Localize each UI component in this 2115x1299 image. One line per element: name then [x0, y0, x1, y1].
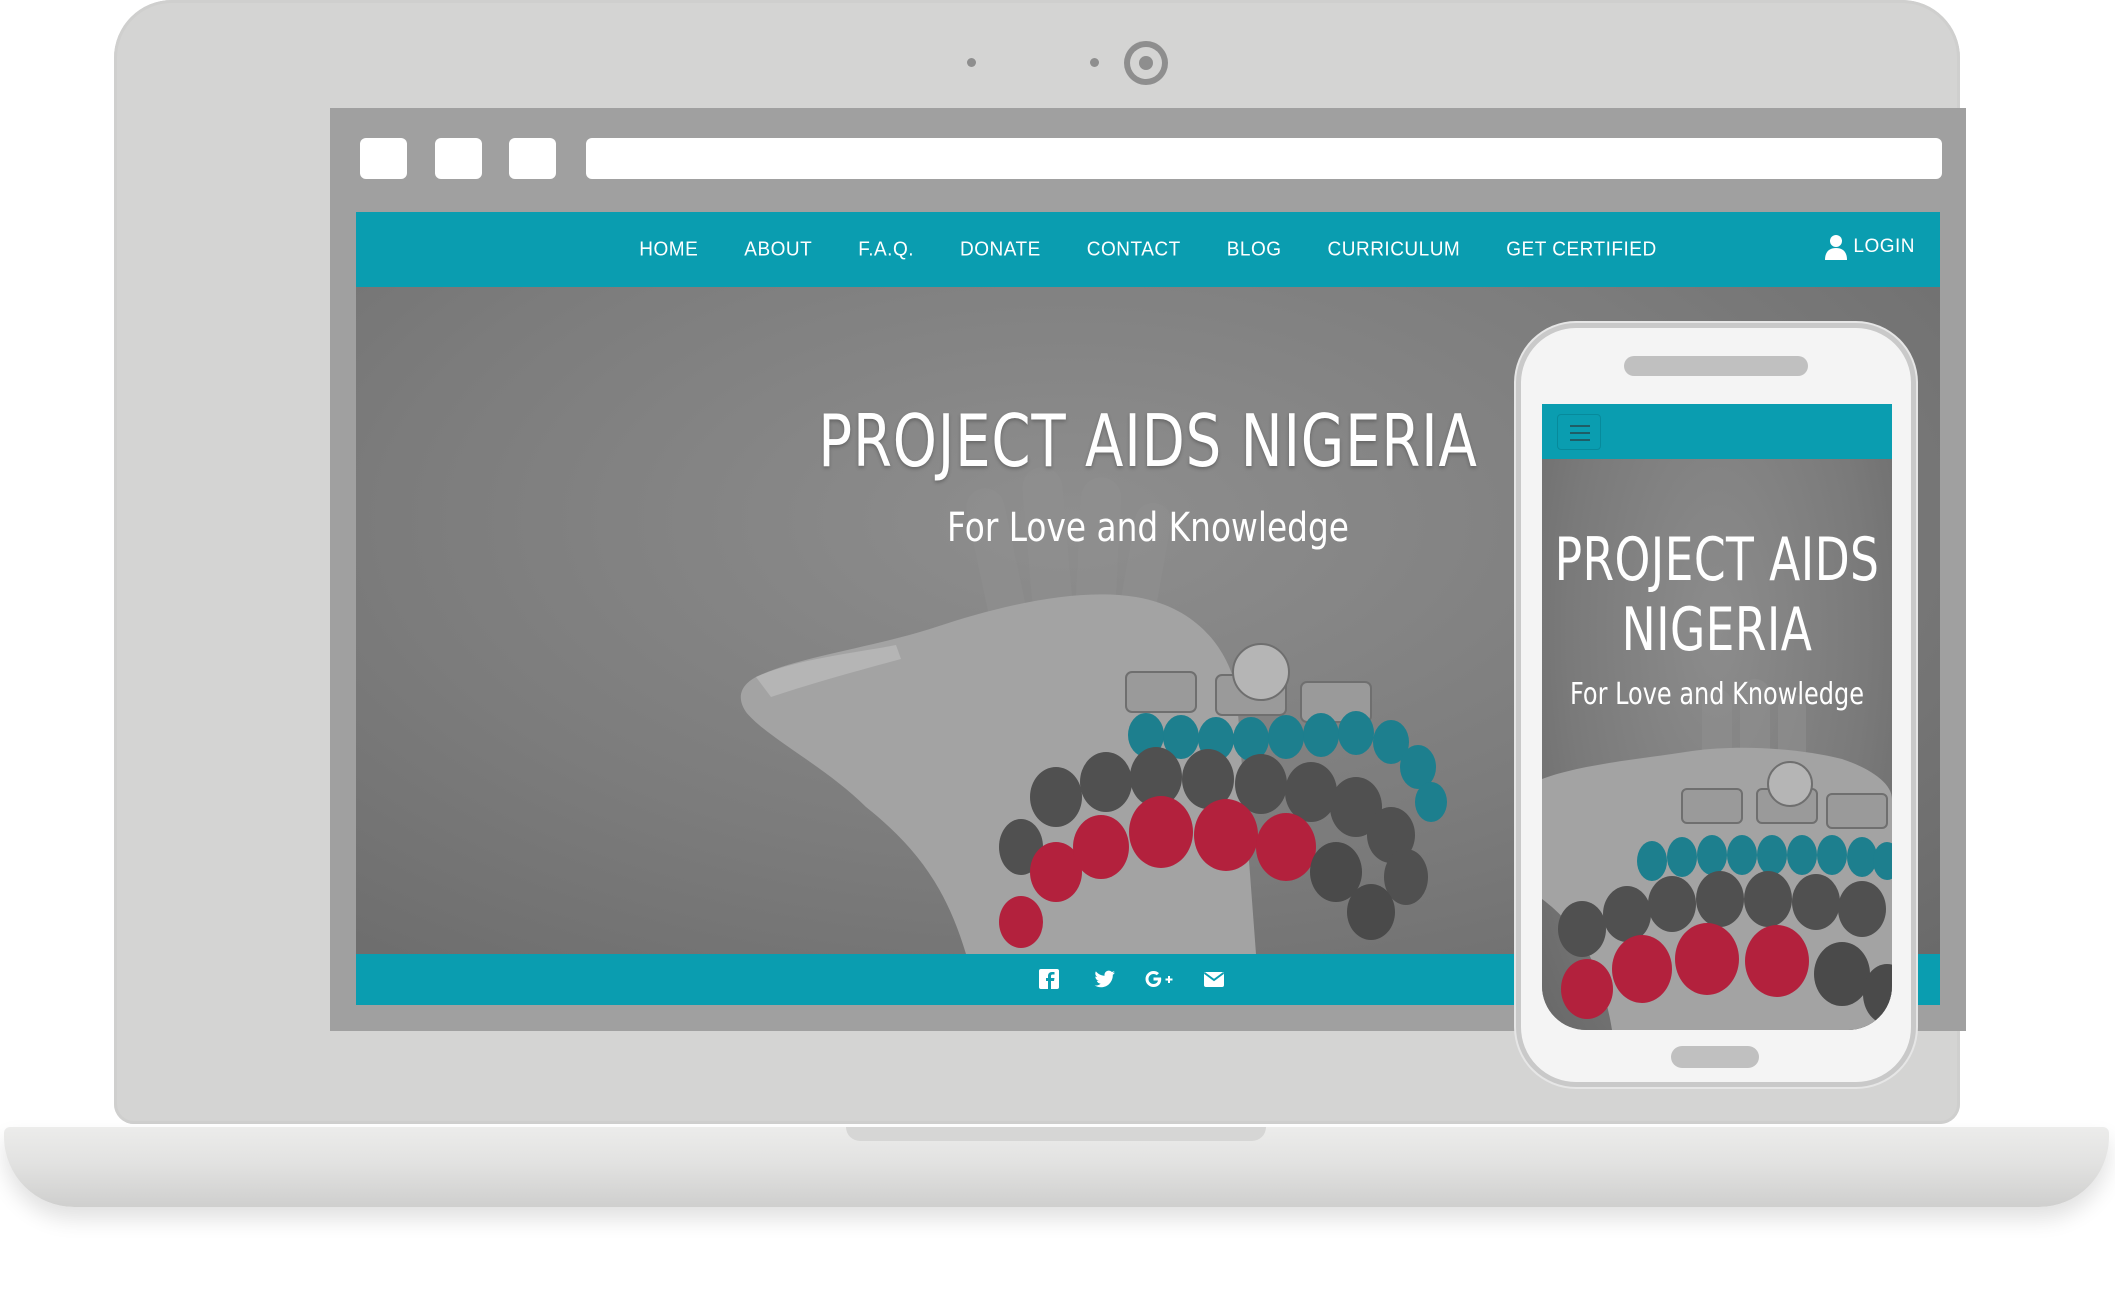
login-label: LOGIN: [1853, 236, 1915, 257]
mobile-hero-section: PROJECT AIDS NIGERIA For Love and Knowle…: [1542, 459, 1892, 1030]
laptop-camera: [1124, 41, 1168, 85]
phone-frame: PROJECT AIDS NIGERIA For Love and Knowle…: [1516, 323, 1916, 1087]
nav-menu: HOME ABOUT F.A.Q. DONATE CONTACT BLOG CU…: [356, 212, 1940, 287]
window-button-3[interactable]: [509, 138, 556, 179]
hamburger-menu-icon[interactable]: [1557, 414, 1601, 450]
user-icon: [1825, 235, 1848, 260]
mobile-hero-title: PROJECT AIDS NIGERIA: [1554, 525, 1881, 665]
address-bar[interactable]: [586, 138, 1942, 179]
laptop-base-notch: [846, 1127, 1266, 1141]
nav-faq[interactable]: F.A.Q.: [835, 238, 937, 262]
camera-dot-right: [1090, 58, 1099, 67]
laptop-base: [4, 1127, 2109, 1207]
window-button-1[interactable]: [360, 138, 407, 179]
mobile-title-line-1: PROJECT AIDS: [1554, 525, 1880, 595]
nav-home[interactable]: HOME: [616, 238, 721, 262]
nav-blog[interactable]: BLOG: [1204, 238, 1305, 262]
login-link[interactable]: LOGIN: [1825, 234, 1915, 260]
camera-dot-left: [967, 58, 976, 67]
window-button-2[interactable]: [435, 138, 482, 179]
phone-home-button[interactable]: [1671, 1046, 1759, 1068]
mobile-navbar: [1542, 404, 1892, 459]
nav-contact[interactable]: CONTACT: [1064, 238, 1204, 262]
nav-donate[interactable]: DONATE: [937, 238, 1064, 262]
nav-curriculum[interactable]: CURRICULUM: [1305, 238, 1484, 262]
nav-about[interactable]: ABOUT: [721, 238, 835, 262]
mobile-hero-subtitle: For Love and Knowledge: [1569, 677, 1865, 712]
twitter-icon[interactable]: [1092, 966, 1118, 992]
mobile-title-line-2: NIGERIA: [1621, 595, 1813, 665]
navbar: HOME ABOUT F.A.Q. DONATE CONTACT BLOG CU…: [356, 212, 1940, 287]
phone-speaker: [1624, 356, 1808, 376]
envelope-icon[interactable]: [1201, 966, 1227, 992]
google-plus-icon[interactable]: [1144, 966, 1174, 992]
nav-get-certified[interactable]: GET CERTIFIED: [1483, 238, 1679, 262]
website-mobile: PROJECT AIDS NIGERIA For Love and Knowle…: [1542, 404, 1892, 1030]
facebook-icon[interactable]: [1036, 966, 1062, 992]
